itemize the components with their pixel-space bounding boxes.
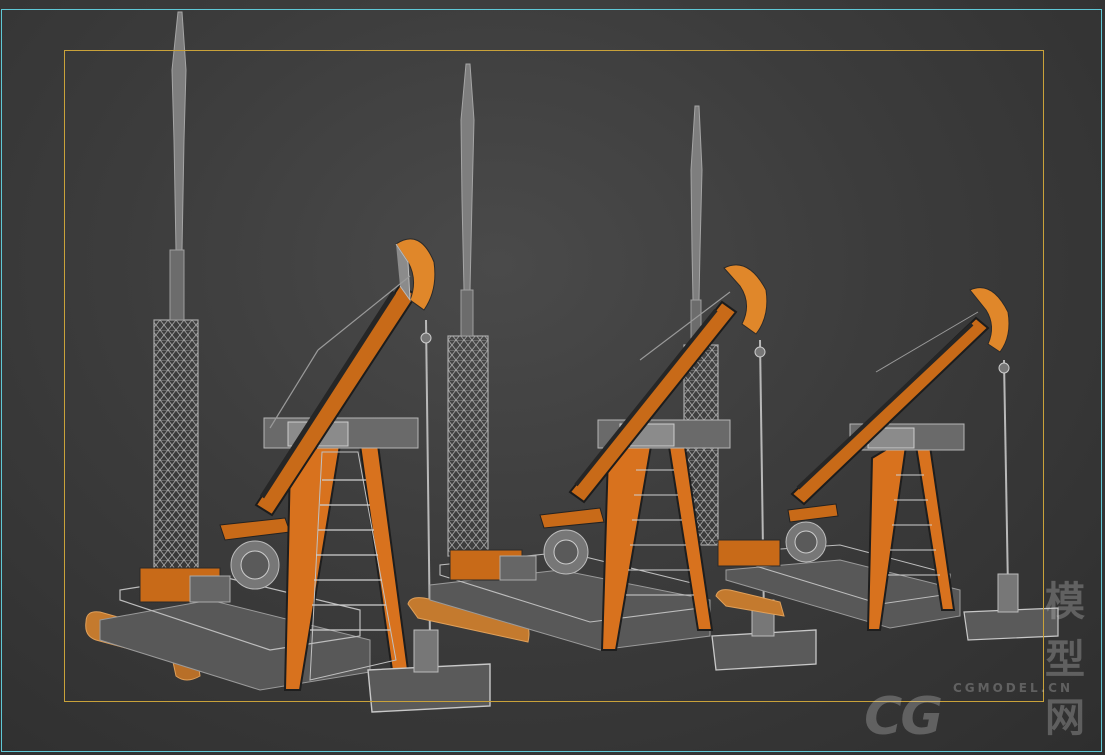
pumpjack-scene [85,11,1059,713]
pumpjack-1 [85,238,491,713]
pumpjack-3 [715,287,1059,641]
tower-middle [447,63,489,557]
3d-viewport[interactable]: CGMODEL.CN CG 模型网 [0,0,1105,755]
tower-left [153,11,199,571]
